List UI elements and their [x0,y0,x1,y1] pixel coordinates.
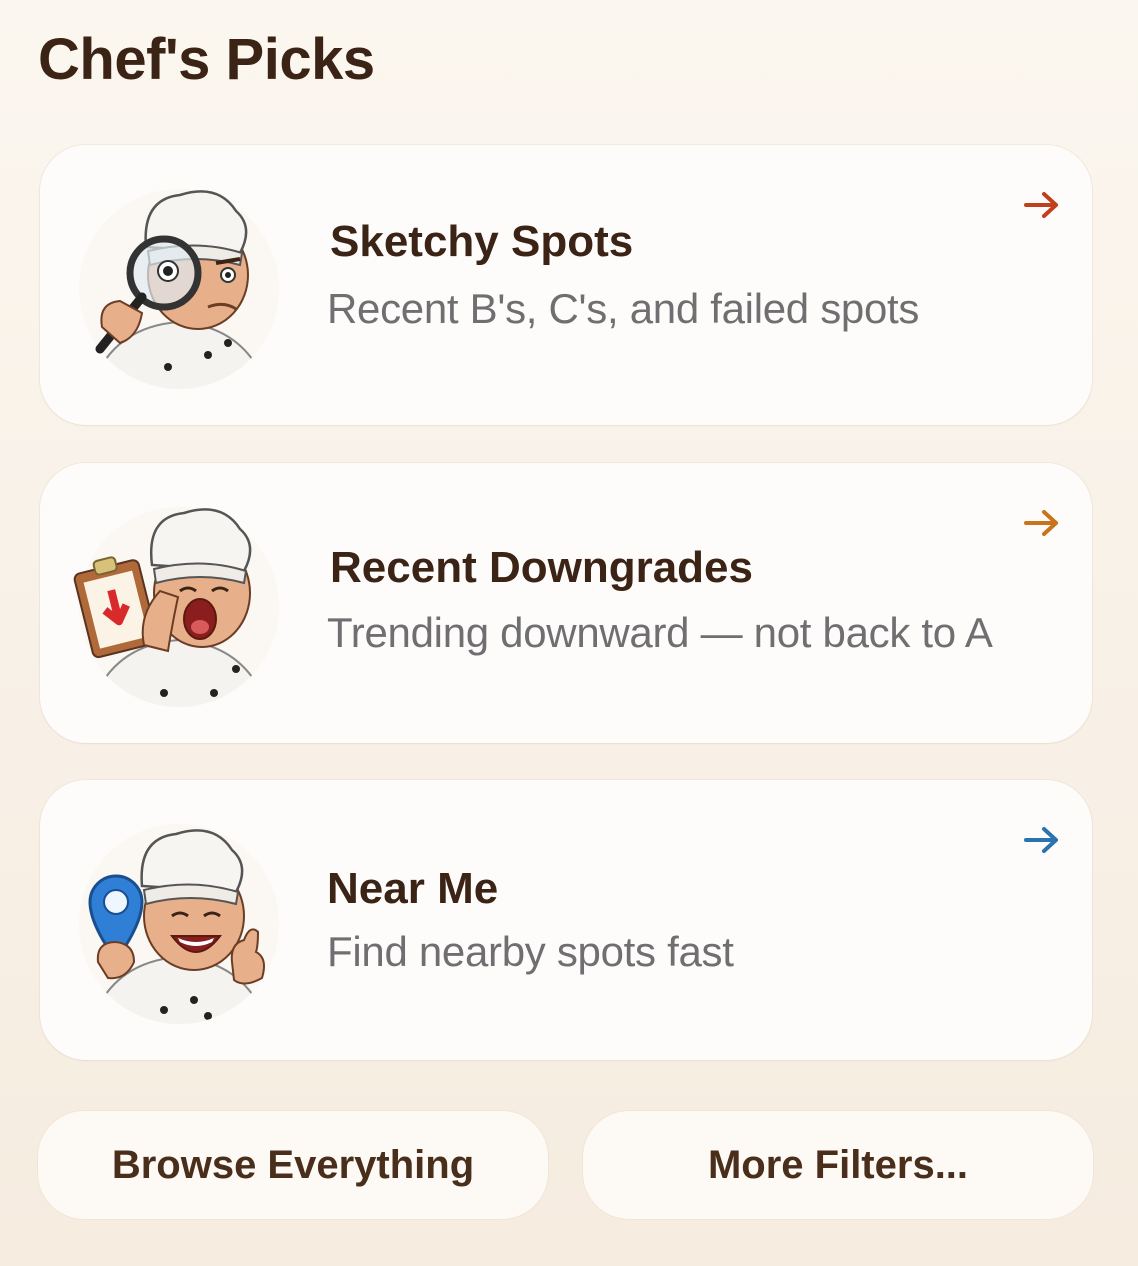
card-title: Sketchy Spots [330,217,634,266]
chef-magnifying-glass-icon [68,177,290,397]
chef-location-pin-icon [68,812,290,1032]
card-title: Recent Downgrades [330,543,753,592]
card-subtitle: Recent B's, C's, and failed spots [327,285,920,332]
more-filters-button[interactable]: More Filters... [583,1111,1093,1219]
arrow-right-icon[interactable] [1022,824,1062,856]
page-title: Chef's Picks [38,27,375,92]
card-subtitle: Find nearby spots fast [327,928,734,975]
arrow-right-icon[interactable] [1022,189,1062,221]
card-recent-downgrades[interactable]: Recent Downgrades Trending downward — no… [40,463,1092,743]
card-sketchy-spots[interactable]: Sketchy Spots Recent B's, C's, and faile… [40,145,1092,425]
card-subtitle: Trending downward — not back to A [327,609,993,656]
chef-yawning-clipboard-icon [68,495,290,715]
card-near-me[interactable]: Near Me Find nearby spots fast [40,780,1092,1060]
browse-everything-button[interactable]: Browse Everything [38,1111,548,1219]
card-title: Near Me [327,864,499,913]
arrow-right-icon[interactable] [1022,507,1062,539]
